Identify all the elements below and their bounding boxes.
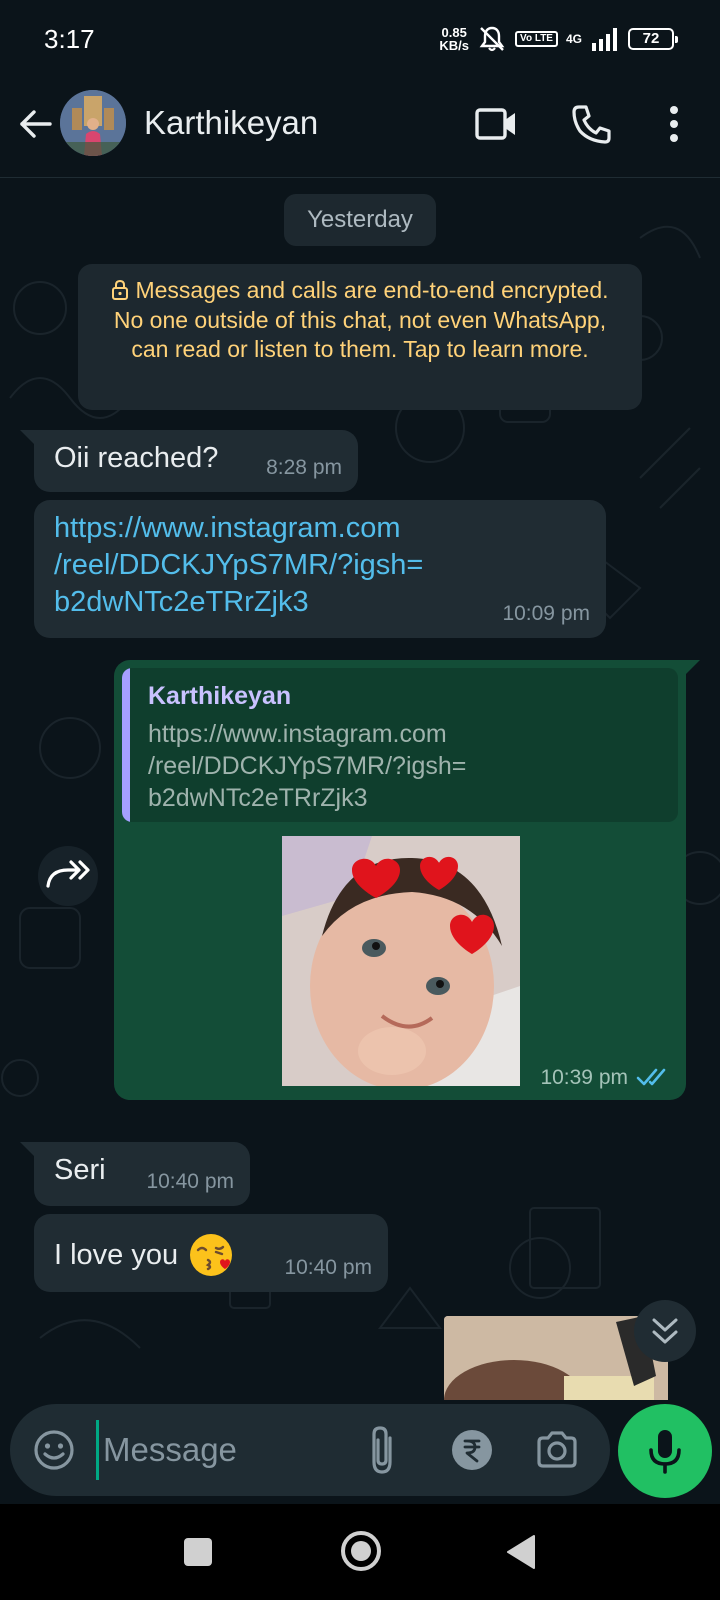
message-bubble-incoming[interactable]: https://www.instagram.com /reel/DDCKJYpS…	[34, 500, 606, 638]
more-options-icon[interactable]	[658, 102, 690, 146]
contact-avatar[interactable]	[60, 90, 126, 156]
message-bubble-incoming[interactable]: Oii reached? 8:28 pm	[34, 430, 358, 492]
status-icons: 0.85 KB/s Vo LTE 4G 72	[439, 24, 678, 54]
shared-photo[interactable]	[282, 836, 520, 1086]
chat-header: Karthikeyan	[0, 76, 720, 178]
network-speed-unit: KB/s	[439, 38, 470, 53]
encryption-notice[interactable]: Messages and calls are end-to-end encryp…	[78, 264, 642, 410]
camera-icon[interactable]	[534, 1428, 580, 1472]
scroll-to-bottom-button[interactable]	[634, 1300, 696, 1362]
voice-message-button[interactable]	[618, 1404, 712, 1498]
microphone-icon	[649, 1430, 681, 1474]
status-time: 3:17	[44, 24, 95, 54]
encryption-text: Messages and calls are end-to-end encryp…	[113, 277, 609, 362]
home-button[interactable]	[340, 1530, 382, 1572]
lock-icon	[112, 280, 129, 300]
quoted-line: b2dwNTc2eTRrZjk3	[148, 784, 368, 812]
message-time: 8:28 pm	[266, 456, 342, 479]
chat-area[interactable]: Yesterday Messages and calls are end-to-…	[0, 178, 720, 1400]
contact-name[interactable]: Karthikeyan	[144, 104, 318, 142]
voice-call-icon[interactable]	[570, 102, 614, 146]
read-receipt-icon	[636, 1068, 666, 1086]
message-text: Oii reached?	[54, 442, 219, 474]
network-speed: 0.85 KB/s	[439, 26, 469, 52]
composer-bar	[0, 1400, 720, 1504]
message-input[interactable]	[96, 1420, 346, 1480]
quoted-text: https://www.instagram.com /reel/DDCKJYpS…	[148, 718, 466, 814]
quoted-author: Karthikeyan	[148, 682, 292, 710]
quote-accent-bar	[122, 668, 130, 822]
message-bubble-outgoing[interactable]: Karthikeyan https://www.instagram.com /r…	[114, 660, 686, 1100]
payment-rupee-icon[interactable]	[450, 1428, 494, 1472]
link-line: /reel/DDCKJYpS7MR/?igsh=	[54, 549, 424, 581]
message-time: 10:40 pm	[284, 1256, 372, 1279]
status-bar: 3:17 0.85 KB/s Vo LTE 4G 72	[0, 0, 720, 76]
message-time: 10:40 pm	[146, 1170, 234, 1193]
quoted-message[interactable]: Karthikeyan https://www.instagram.com /r…	[122, 668, 678, 822]
message-text: I love you	[54, 1232, 234, 1278]
kissing-face-emoji-icon	[190, 1234, 233, 1276]
message-time: 10:39 pm	[540, 1066, 628, 1089]
message-composer	[10, 1404, 610, 1496]
network-type: 4G	[565, 32, 582, 46]
message-bubble-incoming[interactable]: Seri 10:40 pm	[34, 1142, 250, 1206]
video-call-icon[interactable]	[474, 104, 518, 144]
attachment-icon[interactable]	[360, 1424, 404, 1476]
mute-bell-icon	[479, 26, 505, 52]
system-back-button[interactable]	[506, 1534, 536, 1570]
bubble-tail	[684, 660, 700, 676]
recents-button[interactable]	[184, 1538, 212, 1566]
system-navigation-bar	[0, 1504, 720, 1600]
back-arrow-icon[interactable]	[16, 104, 56, 144]
message-link[interactable]: https://www.instagram.com /reel/DDCKJYpS…	[54, 510, 423, 621]
message-time: 10:09 pm	[502, 602, 590, 625]
forward-button[interactable]	[38, 846, 98, 906]
link-line: https://www.instagram.com	[54, 512, 401, 544]
message-text-content: I love you	[54, 1238, 179, 1271]
link-line: b2dwNTc2eTRrZjk3	[54, 586, 309, 618]
quoted-line: /reel/DDCKJYpS7MR/?igsh=	[148, 752, 467, 780]
battery-indicator: 72	[628, 28, 678, 50]
signal-icon	[592, 28, 617, 51]
message-text: Seri	[54, 1154, 106, 1186]
date-chip: Yesterday	[284, 194, 436, 246]
forward-icon	[46, 860, 90, 888]
volte-badge: Vo LTE	[515, 31, 558, 47]
message-bubble-incoming[interactable]: I love you 10:40 pm	[34, 1214, 388, 1292]
quoted-line: https://www.instagram.com	[148, 720, 447, 748]
emoji-icon[interactable]	[32, 1428, 76, 1472]
double-chevron-down-icon	[652, 1318, 678, 1344]
